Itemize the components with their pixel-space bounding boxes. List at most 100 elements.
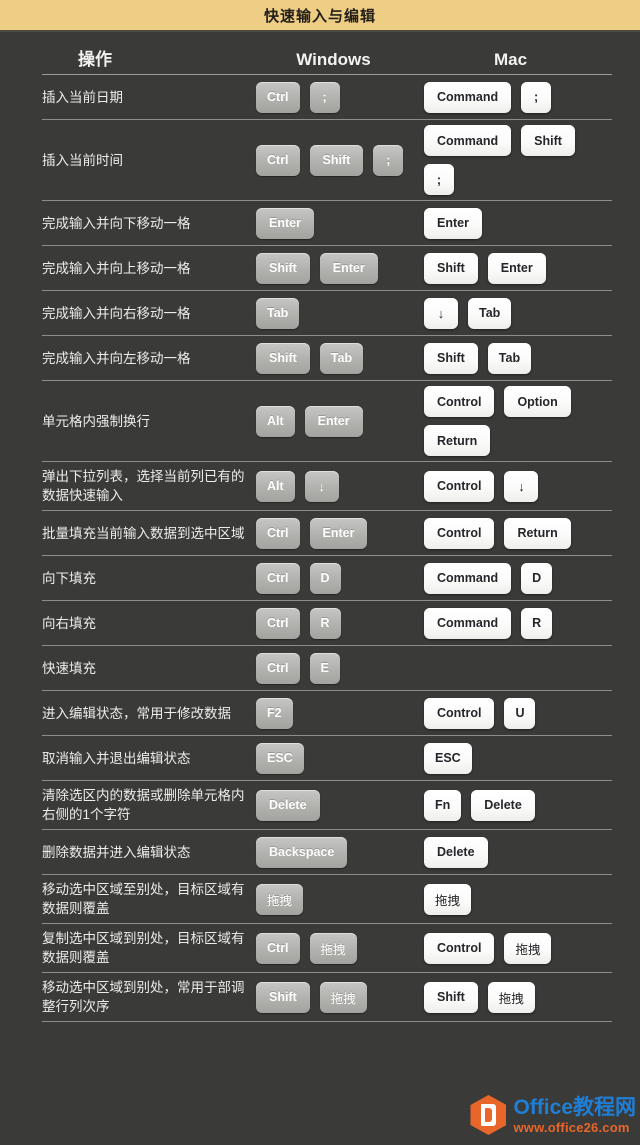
key-cap: Shift	[256, 252, 310, 284]
key-cap: Backspace	[256, 836, 348, 868]
windows-shortcut-cell: Ctrl R	[256, 607, 424, 639]
key-cap: Tab	[487, 342, 532, 374]
key-cap: Control	[424, 697, 495, 729]
key-cap: Command	[424, 125, 512, 156]
shortcut-reference-card: 快速输入与编辑 操作 Windows Mac 插入当前日期 Ctrl; Comman…	[0, 0, 640, 1145]
mac-shortcut-cell: ESC	[424, 742, 596, 774]
windows-shortcut-cell: Shift Enter	[256, 252, 424, 284]
table-row: 移动选中区域至别处，目标区域有数据则覆盖 拖拽 拖拽	[42, 875, 612, 924]
table-row: 批量填充当前输入数据到选中区域 Ctrl Enter Control Return	[42, 511, 612, 556]
mac-shortcut-cell: Shift Enter	[424, 252, 596, 284]
table-row: 进入编辑状态，常用于修改数据 F2 Control U	[42, 691, 612, 736]
key-cap: U	[504, 697, 536, 729]
page-title: 快速输入与编辑	[263, 7, 376, 25]
key-cap: Shift	[309, 144, 364, 176]
column-header-action: 操作	[78, 50, 112, 69]
key-cap: Tab	[468, 297, 512, 329]
key-cap: ↓	[304, 470, 339, 502]
key-cap: Command	[424, 607, 512, 639]
watermark: Office教程网 www.office26.com	[470, 1095, 636, 1135]
key-cap: Ctrl	[256, 517, 300, 549]
key-cap: Delete	[471, 789, 535, 821]
table-row: 完成输入并向上移动一格 Shift Enter Shift Enter	[42, 246, 612, 291]
mac-shortcut-cell: Control Option Return	[424, 386, 596, 456]
shortcut-table: 操作 Windows Mac 插入当前日期 Ctrl; Command; 插入当前时间…	[0, 32, 640, 1093]
windows-shortcut-cell: Shift Tab	[256, 342, 424, 374]
mac-shortcut-cell: Control 拖拽	[424, 932, 596, 964]
table-row: 取消输入并退出编辑状态 ESC ESC	[42, 736, 612, 781]
key-cap: 拖拽	[504, 932, 552, 964]
key-cap: Delete	[424, 836, 488, 868]
windows-shortcut-cell: F2	[256, 697, 424, 729]
action-description: 复制选中区域到别处，目标区域有数据则覆盖	[42, 931, 245, 965]
action-description: 向右填充	[42, 615, 96, 631]
key-cap: Control	[424, 386, 495, 417]
key-cap: Ctrl	[256, 81, 300, 113]
key-cap: Enter	[487, 252, 546, 284]
table-body: 插入当前日期 Ctrl; Command; 插入当前时间 Ctrl Shift; Comma…	[0, 75, 640, 1022]
windows-shortcut-cell: Delete	[256, 789, 424, 821]
key-cap: ESC	[424, 742, 472, 774]
key-cap: Command	[424, 81, 512, 113]
key-cap: Return	[504, 517, 571, 549]
action-description: 批量填充当前输入数据到选中区域	[42, 525, 245, 541]
key-cap: 拖拽	[256, 883, 304, 915]
key-cap: Control	[424, 517, 495, 549]
action-description: 单元格内强制换行	[42, 413, 150, 429]
action-description: 完成输入并向左移动一格	[42, 350, 191, 366]
action-description: 向下填充	[42, 570, 96, 586]
key-cap: Command	[424, 562, 512, 594]
mac-shortcut-cell: Shift 拖拽	[424, 981, 596, 1013]
action-description: 插入当前时间	[42, 152, 123, 168]
action-description: 移动选中区域至别处，目标区域有数据则覆盖	[42, 882, 245, 916]
table-row: 移动选中区域到别处，常用于部调整行列次序 Shift 拖拽 Shift 拖拽	[42, 973, 612, 1022]
key-cap: Alt	[256, 470, 295, 502]
action-description: 快速填充	[42, 660, 96, 676]
key-cap: Alt	[256, 405, 295, 437]
key-cap: Shift	[424, 252, 478, 284]
mac-shortcut-cell: Command D	[424, 562, 596, 594]
key-cap: Ctrl	[256, 932, 300, 964]
key-cap: ;	[373, 144, 404, 176]
key-cap: D	[521, 562, 553, 594]
key-cap: Control	[424, 932, 495, 964]
key-cap: 拖拽	[487, 981, 535, 1013]
key-cap: Delete	[256, 789, 320, 821]
key-cap: D	[309, 562, 341, 594]
key-cap: Fn	[424, 789, 462, 821]
key-cap: ;	[309, 81, 340, 113]
mac-shortcut-cell: Enter	[424, 207, 596, 239]
mac-shortcut-cell: Command R	[424, 607, 596, 639]
action-description: 删除数据并进入编辑状态	[42, 844, 191, 860]
key-cap: E	[309, 652, 340, 684]
mac-shortcut-cell: Control U	[424, 697, 596, 729]
action-description: 移动选中区域到别处，常用于部调整行列次序	[42, 980, 245, 1014]
mac-shortcut-cell: Command Shift;	[424, 125, 596, 195]
mac-shortcut-cell: Shift Tab	[424, 342, 596, 374]
key-cap: Enter	[256, 207, 314, 239]
windows-shortcut-cell: Ctrl Enter	[256, 517, 424, 549]
windows-shortcut-cell: ESC	[256, 742, 424, 774]
table-row: 删除数据并进入编辑状态 Backspace Delete	[42, 830, 612, 875]
table-row: 向右填充 Ctrl R Command R	[42, 601, 612, 646]
action-description: 弹出下拉列表，选择当前列已有的数据快速输入	[42, 469, 245, 503]
action-description: 完成输入并向下移动一格	[42, 215, 191, 231]
action-description: 完成输入并向右移动一格	[42, 305, 191, 321]
key-cap: Ctrl	[256, 562, 300, 594]
column-header-windows: Windows	[296, 50, 371, 69]
key-cap: 拖拽	[319, 981, 367, 1013]
table-row: 复制选中区域到别处，目标区域有数据则覆盖 Ctrl 拖拽 Control 拖拽	[42, 924, 612, 973]
action-description: 清除选区内的数据或删除单元格内右侧的1个字符	[42, 788, 245, 822]
table-row: 弹出下拉列表，选择当前列已有的数据快速输入 Alt ↓ Control ↓	[42, 462, 612, 511]
key-cap: Return	[424, 425, 491, 456]
windows-shortcut-cell: Ctrl Shift;	[256, 144, 424, 176]
table-row: 插入当前日期 Ctrl; Command;	[42, 75, 612, 120]
mac-shortcut-cell: Control ↓	[424, 470, 596, 502]
windows-shortcut-cell: Ctrl E	[256, 652, 424, 684]
office-logo-icon	[470, 1095, 507, 1135]
windows-shortcut-cell: Alt ↓	[256, 470, 424, 502]
banner: 快速输入与编辑	[0, 0, 640, 32]
action-description: 取消输入并退出编辑状态	[42, 750, 191, 766]
table-row: 完成输入并向左移动一格 Shift Tab Shift Tab	[42, 336, 612, 381]
mac-shortcut-cell: ↓ Tab	[424, 297, 596, 329]
